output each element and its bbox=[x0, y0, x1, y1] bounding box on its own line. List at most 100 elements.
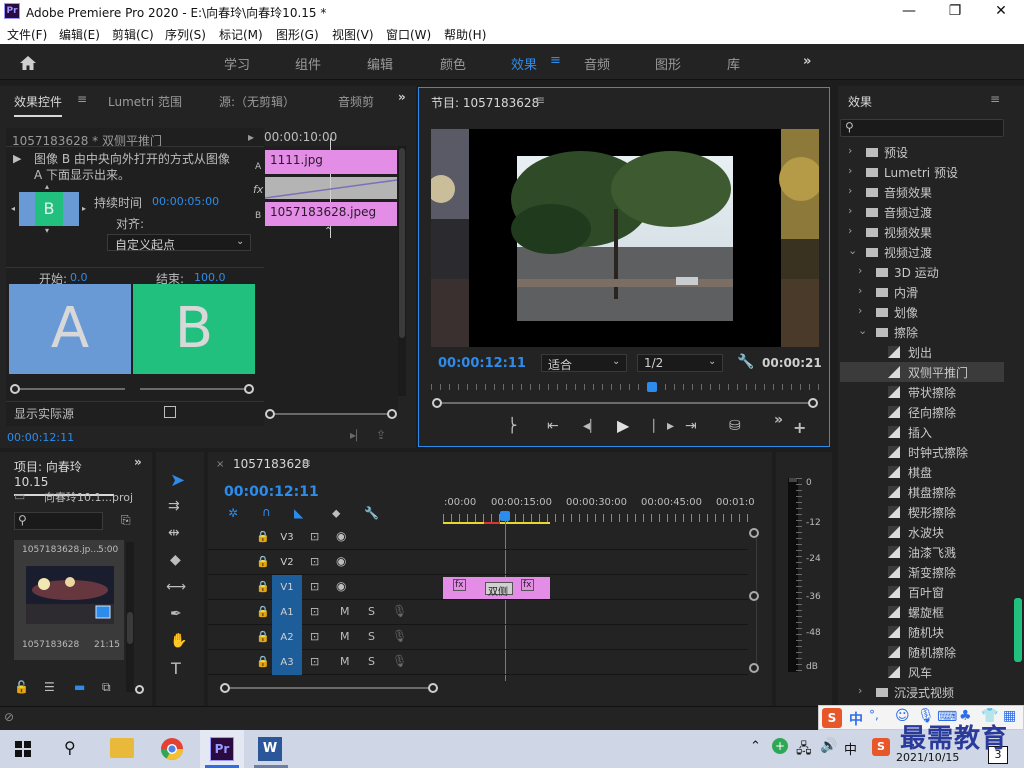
lock-icon[interactable]: 🔒 bbox=[256, 630, 270, 643]
chevron-right-icon[interactable]: › bbox=[858, 304, 862, 317]
timeline-h-handle-right[interactable] bbox=[428, 683, 438, 693]
effects-search-input[interactable]: ⚲ bbox=[840, 119, 1004, 137]
track-name-a1[interactable]: A1 bbox=[272, 600, 302, 625]
program-title[interactable]: 节目: 1057183628 bbox=[431, 94, 539, 111]
mute-button[interactable]: M bbox=[340, 605, 350, 618]
eye-icon[interactable]: ◉ bbox=[336, 579, 346, 593]
premiere-taskbar-icon[interactable]: Pr bbox=[210, 737, 234, 761]
project-overflow-icon[interactable]: » bbox=[134, 455, 142, 469]
ec-align-dropdown[interactable]: 自定义起点 ⌄ bbox=[107, 234, 251, 252]
lock-icon[interactable]: 🔒 bbox=[256, 655, 270, 668]
chevron-right-icon[interactable]: › bbox=[858, 684, 862, 697]
add-marker-icon[interactable]: ⬥ bbox=[332, 506, 340, 521]
effects-item[interactable]: › 沉浸式视频 bbox=[840, 682, 1004, 702]
program-zoom-left-handle[interactable] bbox=[432, 398, 442, 408]
program-video[interactable] bbox=[431, 129, 819, 347]
track-name-a2[interactable]: A2 bbox=[272, 625, 302, 650]
tray-ime-lang[interactable]: 中 bbox=[844, 739, 857, 758]
workspace-editing[interactable]: 编辑 bbox=[367, 54, 393, 73]
razor-tool-icon[interactable]: ◆ bbox=[170, 552, 181, 568]
step-back-icon[interactable]: ◂⎸ bbox=[583, 418, 604, 434]
ec-show-actual-checkbox[interactable] bbox=[164, 406, 176, 418]
effects-item[interactable]: 百叶窗 bbox=[840, 582, 1004, 602]
effects-menu-icon[interactable]: ≡ bbox=[990, 92, 1000, 106]
effects-item[interactable]: 划出 bbox=[840, 342, 1004, 362]
ec-play-icon[interactable]: ▸ bbox=[248, 130, 254, 144]
effects-item[interactable]: 随机擦除 bbox=[840, 642, 1004, 662]
workspace-learn[interactable]: 学习 bbox=[224, 54, 250, 73]
effects-item[interactable]: 水波块 bbox=[840, 522, 1004, 542]
effects-item[interactable]: › 划像 bbox=[840, 302, 1004, 322]
ec-end-slider[interactable] bbox=[140, 388, 248, 390]
sync-lock-icon[interactable]: ⊡ bbox=[310, 580, 319, 593]
minimize-button[interactable]: — bbox=[886, 0, 932, 22]
menu-sequence[interactable]: 序列(S) bbox=[165, 26, 206, 43]
ec-end-slider-handle[interactable] bbox=[244, 384, 254, 394]
play-icon[interactable]: ▶ bbox=[617, 416, 629, 435]
menu-help[interactable]: 帮助(H) bbox=[444, 26, 486, 43]
ec-transition-bar[interactable] bbox=[265, 177, 397, 199]
ec-start-slider-handle[interactable] bbox=[10, 384, 20, 394]
ec-start-slider[interactable] bbox=[15, 388, 125, 390]
lock-icon[interactable]: 🔒 bbox=[256, 530, 270, 543]
effects-item[interactable]: 风车 bbox=[840, 662, 1004, 682]
hand-tool-icon[interactable]: ✋ bbox=[170, 633, 187, 649]
close-button[interactable]: ✕ bbox=[978, 0, 1024, 22]
track-name-a3[interactable]: A3 bbox=[272, 650, 302, 675]
project-item-card[interactable]: 1057183628.jp... 5:00 1057183628 21:15 bbox=[14, 540, 124, 660]
effects-item[interactable]: 随机块 bbox=[840, 622, 1004, 642]
track-select-tool-icon[interactable]: ⇉ bbox=[168, 498, 180, 514]
mic-icon[interactable]: 🎙 bbox=[392, 604, 407, 618]
effects-item[interactable]: ⌄ 擦除 bbox=[840, 322, 1004, 342]
lock-icon[interactable]: 🔓 bbox=[14, 680, 29, 694]
menu-file[interactable]: 文件(F) bbox=[7, 26, 47, 43]
close-sequence-icon[interactable]: × bbox=[216, 459, 224, 470]
wrench-icon[interactable]: 🔧 bbox=[737, 354, 754, 370]
ime-lang[interactable]: 中 bbox=[849, 709, 863, 729]
timeline-settings-icon[interactable]: 🔧 bbox=[364, 506, 379, 520]
chevron-right-icon[interactable]: › bbox=[848, 184, 852, 197]
go-to-out-icon[interactable]: ⇥ bbox=[685, 418, 697, 434]
track-name-v2[interactable]: V2 bbox=[272, 550, 302, 575]
sync-lock-icon[interactable]: ⊡ bbox=[310, 655, 319, 668]
program-timecode[interactable]: 00:00:12:11 bbox=[438, 356, 526, 371]
workspace-overflow-icon[interactable]: » bbox=[803, 54, 811, 69]
program-zoom-right-handle[interactable] bbox=[808, 398, 818, 408]
timeline-v-handle-top[interactable] bbox=[749, 528, 759, 538]
sync-lock-icon[interactable]: ⊡ bbox=[310, 605, 319, 618]
effects-item[interactable]: 双侧平推门 bbox=[840, 362, 1004, 382]
effects-scroll-thumb[interactable] bbox=[1014, 598, 1022, 662]
step-forward-icon[interactable]: ⎸▸ bbox=[653, 418, 674, 434]
effects-item[interactable]: 插入 bbox=[840, 422, 1004, 442]
tab-effect-controls[interactable]: 效果控件 bbox=[14, 93, 63, 117]
workspace-audio[interactable]: 音频 bbox=[584, 54, 610, 73]
file-explorer-icon[interactable] bbox=[110, 738, 134, 758]
program-zoom-bar[interactable] bbox=[437, 402, 813, 404]
solo-button[interactable]: S bbox=[368, 605, 375, 618]
ec-duration-value[interactable]: 00:00:05:00 bbox=[152, 195, 219, 208]
effects-item[interactable]: › 预设 bbox=[840, 142, 1004, 162]
effects-item[interactable]: 油漆飞溅 bbox=[840, 542, 1004, 562]
ec-thumb-arrow-right-icon[interactable]: ▸ bbox=[82, 204, 86, 213]
effects-item[interactable]: › 视频效果 bbox=[840, 222, 1004, 242]
tray-sogou-icon[interactable]: S bbox=[872, 738, 890, 756]
track-name-v1[interactable]: V1 bbox=[272, 575, 302, 600]
menu-edit[interactable]: 编辑(E) bbox=[59, 26, 100, 43]
effects-item[interactable]: 带状擦除 bbox=[840, 382, 1004, 402]
type-tool-icon[interactable]: T bbox=[171, 659, 181, 678]
chevron-right-icon[interactable]: › bbox=[858, 284, 862, 297]
track-name-v3[interactable]: V3 bbox=[272, 525, 302, 550]
ec-h-scrollbar[interactable] bbox=[270, 413, 390, 415]
timeline-playhead-head[interactable] bbox=[500, 511, 510, 521]
lock-icon[interactable]: 🔒 bbox=[256, 555, 270, 568]
project-v-scroll-thumb[interactable] bbox=[127, 612, 133, 644]
workspace-effects[interactable]: 效果 bbox=[511, 54, 537, 73]
effects-item[interactable]: 时钟式擦除 bbox=[840, 442, 1004, 462]
timeline-h-scrollbar[interactable] bbox=[226, 687, 436, 689]
volume-icon[interactable]: 🔊 bbox=[820, 738, 837, 754]
ec-h-scroll-left-handle[interactable] bbox=[265, 409, 275, 419]
sync-lock-icon[interactable]: ⊡ bbox=[310, 555, 319, 568]
freeform-view-icon[interactable]: ⧉ bbox=[102, 680, 111, 695]
solo-button[interactable]: S bbox=[368, 655, 375, 668]
chrome-icon[interactable] bbox=[160, 737, 184, 761]
